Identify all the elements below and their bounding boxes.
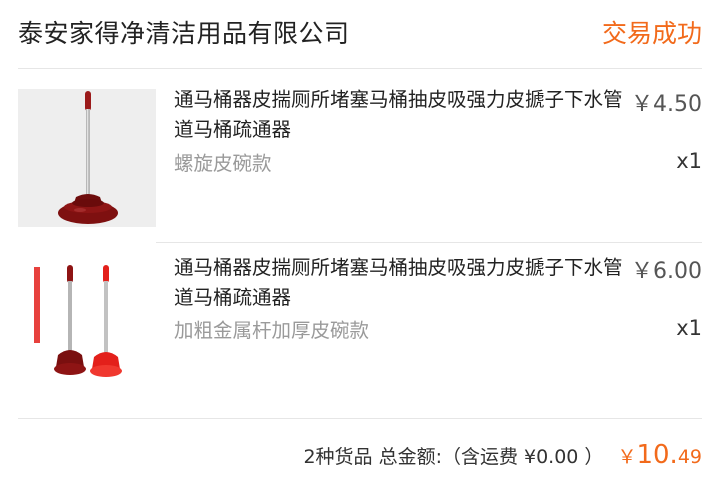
product-price: ￥4.50 <box>631 92 702 117</box>
order-status: 交易成功 <box>601 19 702 48</box>
product-thumbnail[interactable] <box>18 255 156 393</box>
total-label: 总金额:（含运费 ¥0.00 ） <box>378 446 604 468</box>
product-title[interactable]: 通马桶器皮揣厕所堵塞马桶抽皮吸强力皮搋子下水管道马桶疏通器 <box>174 253 624 313</box>
product-sku: 螺旋皮碗款 <box>174 152 272 175</box>
total-amount-decimal: 49 <box>677 446 702 468</box>
product-quantity: x1 <box>676 316 702 340</box>
total-currency: ￥ <box>617 446 637 468</box>
product-price: ￥6.00 <box>631 259 702 284</box>
plunger-image <box>18 255 156 393</box>
order-header: 泰安家得净清洁用品有限公司 交易成功 <box>0 0 720 68</box>
order-summary: 2种货品 总金额:（含运费 ¥0.00 ） ￥10.49 <box>303 440 702 470</box>
order-item[interactable]: 通马桶器皮揣厕所堵塞马桶抽皮吸强力皮搋子下水管道马桶疏通器 加粗金属杆加厚皮碗款… <box>0 243 720 418</box>
item-count: 2种货品 <box>303 446 373 468</box>
shop-name[interactable]: 泰安家得净清洁用品有限公司 <box>18 14 350 50</box>
divider <box>18 418 702 419</box>
total-amount-integer: 10. <box>636 440 678 470</box>
product-thumbnail[interactable] <box>18 89 156 227</box>
plunger-image <box>18 89 156 227</box>
product-title[interactable]: 通马桶器皮揣厕所堵塞马桶抽皮吸强力皮搋子下水管道马桶疏通器 <box>174 85 624 145</box>
order-item[interactable]: 通马桶器皮揣厕所堵塞马桶抽皮吸强力皮搋子下水管道马桶疏通器 螺旋皮碗款 ￥4.5… <box>0 69 720 242</box>
product-quantity: x1 <box>676 149 702 173</box>
product-sku: 加粗金属杆加厚皮碗款 <box>174 319 370 342</box>
